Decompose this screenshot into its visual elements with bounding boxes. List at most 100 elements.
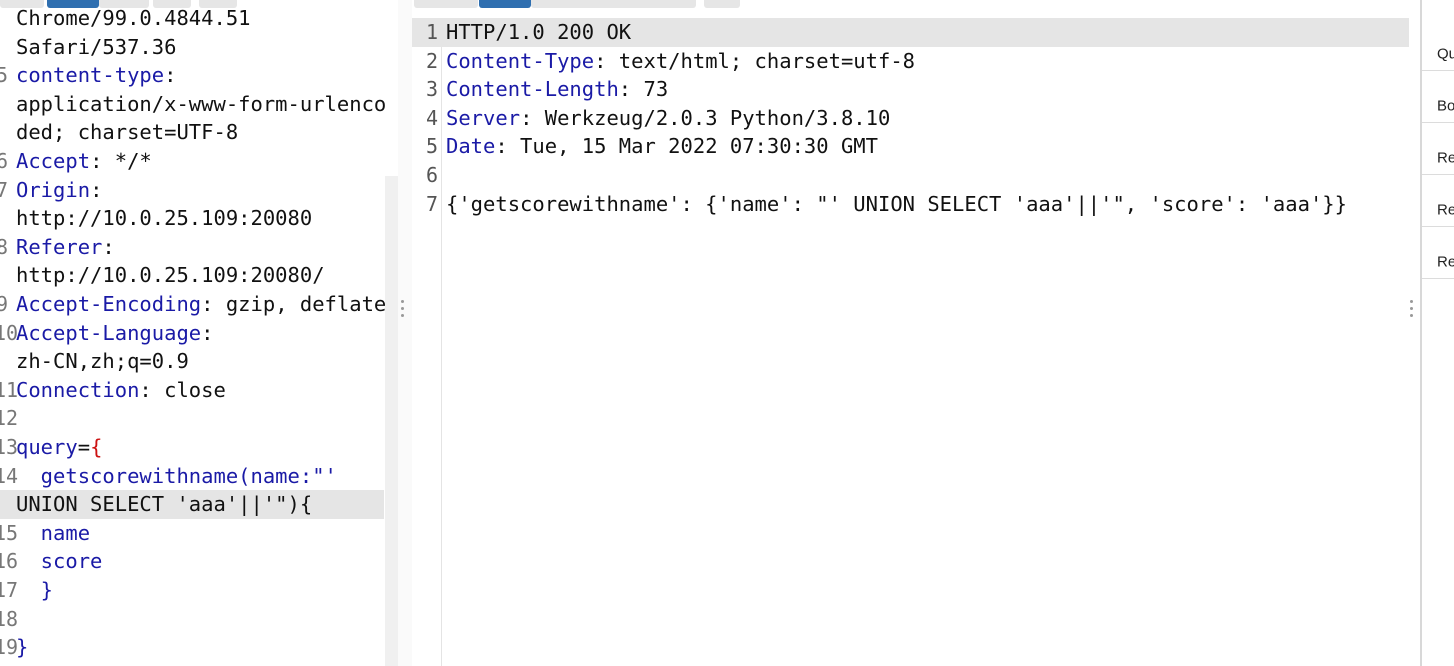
line-number: 11 <box>0 377 19 402</box>
line-number: 7 <box>0 177 8 202</box>
code-line[interactable]: http://10.0.25.109:20080/ <box>0 261 384 290</box>
text-token: UNION SELECT 'aaa'||'"){ <box>16 492 313 517</box>
graphql-token: getscorewithname(name:"' <box>16 463 337 488</box>
response-tab-active[interactable] <box>479 0 531 8</box>
line-text: HTTP/1.0 200 OK <box>446 18 631 47</box>
splitter-grip-dot <box>401 307 404 310</box>
code-line[interactable]: 11 Connection: close <box>0 376 384 405</box>
code-line[interactable]: 12 <box>0 404 384 433</box>
text-token: HTTP/1.0 200 OK <box>446 20 632 44</box>
splitter-grip-dot <box>1410 314 1413 317</box>
text-token: : <box>201 320 214 345</box>
line-number: 15 <box>0 520 19 545</box>
code-line[interactable]: 1 HTTP/1.0 200 OK <box>412 18 1409 47</box>
line-text: Safari/537.36 <box>16 33 176 62</box>
line-number: 7 <box>425 191 438 216</box>
code-line[interactable]: 7 {'getscorewithname': {'name': "' UNION … <box>412 190 1409 219</box>
inspector-item-request-headers[interactable]: Re <box>1422 174 1454 227</box>
header-name: Accept-Encoding <box>16 292 202 316</box>
code-line[interactable]: 5 Date: Tue, 15 Mar 2022 07:30:30 GMT <box>412 132 1409 161</box>
code-line[interactable]: 16 score <box>0 547 384 576</box>
request-editor[interactable]: Chrome/99.0.4844.51 Safari/537.36 5 content… <box>0 0 398 666</box>
header-name: Connection <box>16 377 140 402</box>
line-text: getscorewithname(name:"' <box>16 462 337 491</box>
code-line[interactable]: UNION SELECT 'aaa'||'"){ <box>0 490 384 519</box>
graphql-token: score <box>16 549 103 574</box>
text-token: : <box>164 63 177 88</box>
line-text: Origin: <box>16 176 102 205</box>
line-text: http://10.0.25.109:20080/ <box>16 261 325 290</box>
code-line[interactable]: 8 Referer: <box>0 233 384 262</box>
line-number: 8 <box>0 234 8 259</box>
code-line[interactable]: 18 <box>0 605 384 634</box>
graphql-token: } <box>16 578 54 602</box>
code-line[interactable]: 6 <box>412 161 1409 190</box>
line-number: 16 <box>0 549 19 574</box>
code-line[interactable]: 13 query={ <box>0 433 384 462</box>
code-line[interactable]: 15 name <box>0 519 384 548</box>
code-line[interactable]: 14 getscorewithname(name:"' <box>0 462 384 491</box>
line-number: 19 <box>0 635 19 660</box>
code-line[interactable]: 9 Accept-Encoding: gzip, deflate <box>0 290 386 319</box>
response-tab[interactable] <box>704 0 740 8</box>
line-text: {'getscorewithname': {'name': "' UNION S… <box>446 190 1347 219</box>
graphql-token: } <box>16 635 29 660</box>
pane-splitter[interactable] <box>398 0 412 666</box>
inspector-item-request-attributes[interactable]: Re <box>1422 122 1454 175</box>
line-number: 5 <box>425 134 438 159</box>
code-line[interactable]: Safari/537.36 <box>0 33 384 62</box>
splitter-grip-dot <box>1410 307 1413 310</box>
header-name: query <box>16 435 78 459</box>
text-token: http://10.0.25.109:20080/ <box>16 263 325 288</box>
line-number: 6 <box>0 149 8 173</box>
response-tab[interactable] <box>414 0 478 8</box>
line-text: Chrome/99.0.4844.51 <box>16 4 251 33</box>
line-text: } <box>16 633 28 662</box>
line-text: ded; charset=UTF-8 <box>16 118 238 147</box>
inspector-item-label: Re <box>1437 149 1454 167</box>
text-token: : Werkzeug/2.0.3 Python/3.8.10 <box>520 105 891 130</box>
text-token: : <box>90 177 103 202</box>
line-number: 9 <box>0 292 8 316</box>
code-line[interactable]: 4 Server: Werkzeug/2.0.3 Python/3.8.10 <box>412 104 1409 133</box>
inspector-item-label: Qu <box>1437 45 1454 63</box>
response-tab[interactable] <box>660 0 696 8</box>
code-line[interactable]: 19} <box>0 633 384 662</box>
inspector-item-query[interactable]: Qu <box>1422 18 1454 71</box>
text-token: : close <box>139 377 226 402</box>
code-line[interactable]: ded; charset=UTF-8 <box>0 118 384 147</box>
editor-scroll-gutter[interactable] <box>385 176 398 666</box>
code-line[interactable]: 10 Accept-Language: <box>0 319 384 348</box>
code-line[interactable]: 6 Accept: */* <box>0 147 384 176</box>
text-token: {'getscorewithname': {'name': "' UNION S… <box>446 191 1347 216</box>
code-line[interactable]: 5 content-type: <box>0 61 384 90</box>
code-line[interactable]: zh-CN,zh;q=0.9 <box>0 347 384 376</box>
code-line[interactable]: 17 } <box>0 576 384 605</box>
inspector-item-body[interactable]: Bo <box>1422 70 1454 123</box>
inspector-item-label: Bo <box>1437 97 1454 115</box>
line-text: application/x-www-form-urlenco <box>16 90 386 119</box>
code-line[interactable]: 7 Origin: <box>0 176 384 205</box>
line-number: 12 <box>0 406 19 431</box>
splitter-grip-dot <box>401 314 404 317</box>
line-text: http://10.0.25.109:20080 <box>16 204 312 233</box>
line-text: Accept-Encoding: gzip, deflate <box>16 290 386 319</box>
text-token: Safari/537.36 <box>16 34 177 59</box>
line-number: 17 <box>0 578 19 602</box>
line-number: 6 <box>425 163 438 187</box>
inspector-item-response-headers[interactable]: Re <box>1422 226 1454 279</box>
header-name: Origin <box>16 177 91 202</box>
header-name: content-type <box>16 63 165 88</box>
response-editor[interactable]: 1 HTTP/1.0 200 OK 2 Content-Type: text/html… <box>412 0 1420 666</box>
code-line[interactable]: 3 Content-Length: 73 <box>412 75 1409 104</box>
code-line[interactable]: application/x-www-form-urlenco <box>0 90 386 119</box>
header-name: Server <box>446 105 521 130</box>
code-line[interactable]: http://10.0.25.109:20080 <box>0 204 384 233</box>
response-tab[interactable] <box>531 0 665 8</box>
line-number: 5 <box>0 63 8 88</box>
code-line[interactable]: 2 Content-Type: text/html; charset=utf-8 <box>412 47 1409 76</box>
pane-splitter-handle[interactable] <box>1408 296 1416 320</box>
code-line[interactable]: Chrome/99.0.4844.51 <box>0 4 384 33</box>
text-token: : gzip, deflate <box>201 292 387 316</box>
text-token: = <box>77 435 91 459</box>
